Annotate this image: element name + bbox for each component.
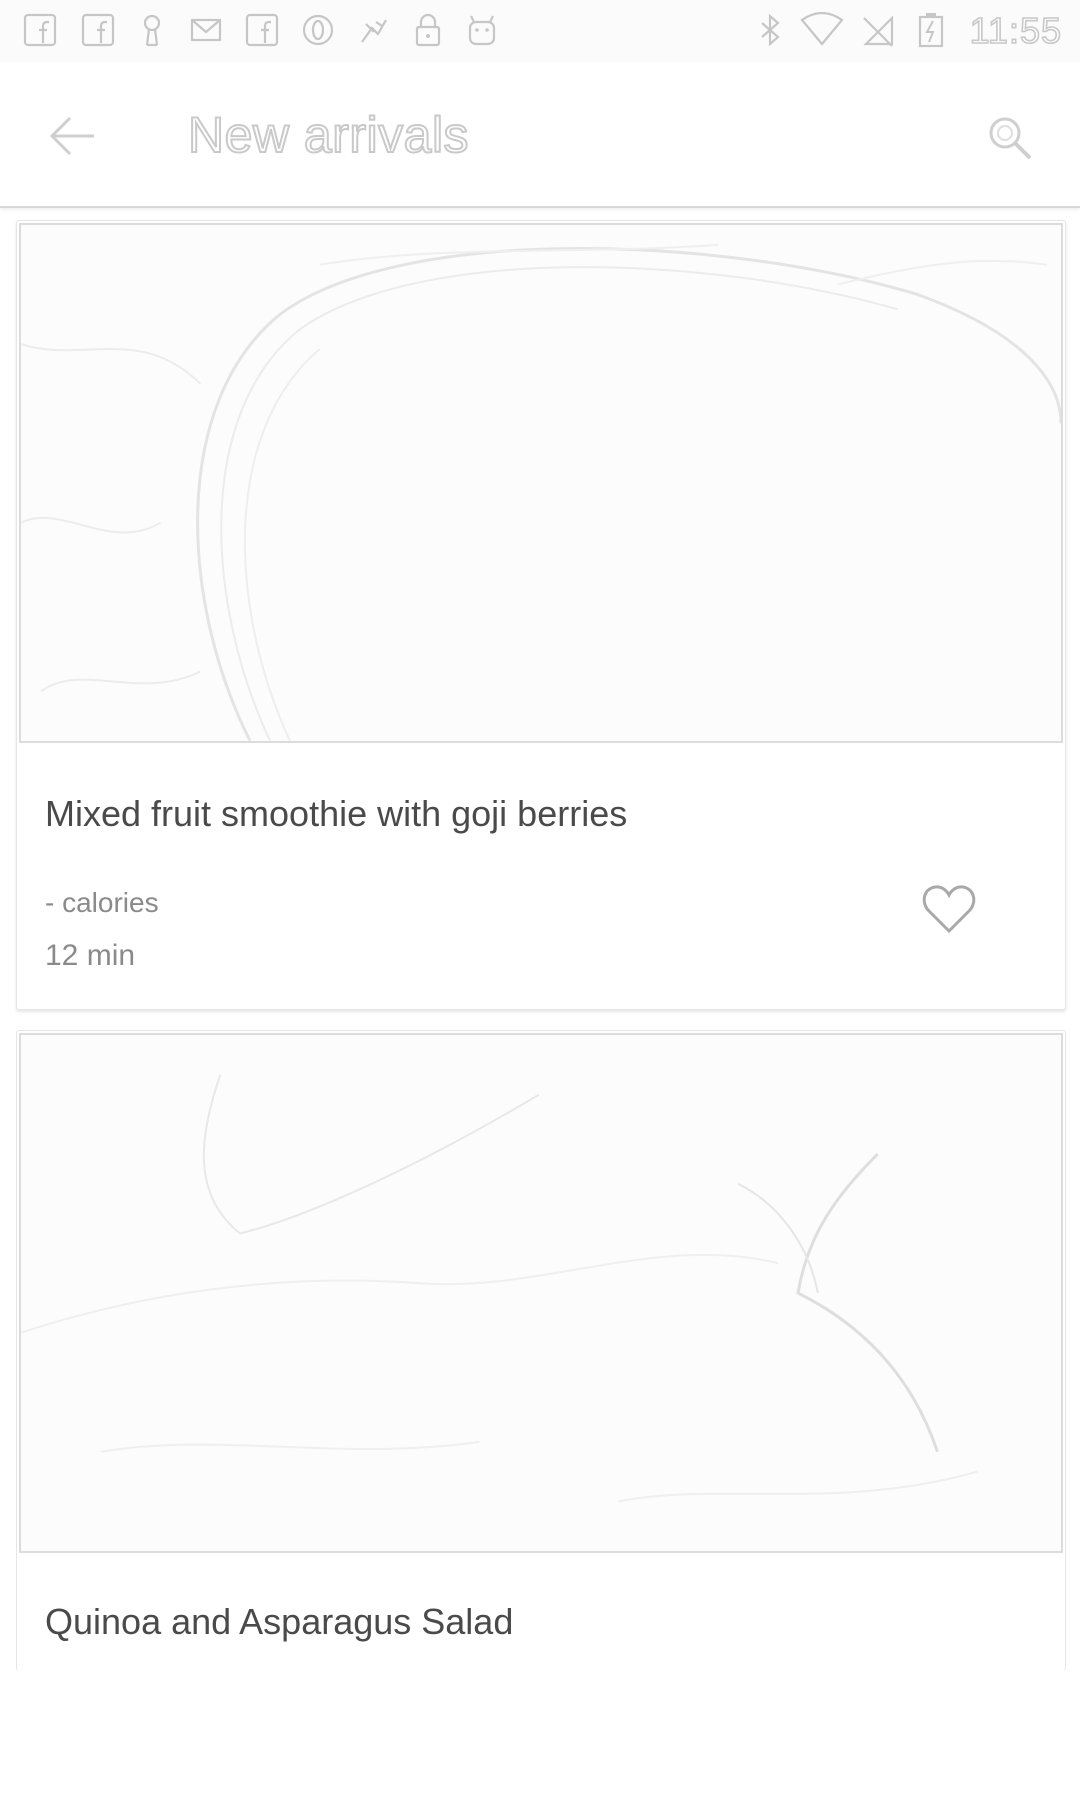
no-sim-icon xyxy=(860,12,896,48)
arrow-back-icon xyxy=(49,116,94,156)
search-icon xyxy=(989,117,1032,160)
smoothie-image xyxy=(21,225,1061,741)
battery-charging-icon xyxy=(918,12,944,48)
heart-outline-icon xyxy=(922,885,976,934)
search-button[interactable] xyxy=(982,110,1038,166)
recipe-time: 12 min xyxy=(45,939,136,972)
recipe-title: Mixed fruit smoothie with goji berries xyxy=(45,793,628,834)
recipe-title: Quinoa and Asparagus Salad xyxy=(45,1601,514,1642)
recipe-card[interactable]: Mixed fruit smoothie with goji berries -… xyxy=(16,220,1066,1010)
recipe-calories: - calories xyxy=(45,887,159,918)
favorite-button[interactable] xyxy=(921,883,977,935)
facebook-icon xyxy=(80,12,116,48)
recipe-image[interactable] xyxy=(19,223,1063,743)
keyhole-icon xyxy=(134,12,170,48)
page-title: New arrivals xyxy=(187,106,470,164)
status-time: 11:55 xyxy=(969,9,1062,52)
recipe-image[interactable] xyxy=(19,1033,1063,1553)
mail-icon xyxy=(188,12,224,48)
opera-icon xyxy=(300,12,336,48)
status-bar: 11:55 xyxy=(0,0,1080,63)
android-icon xyxy=(464,12,500,48)
back-button[interactable] xyxy=(40,104,104,168)
wifi-icon xyxy=(800,12,844,48)
facebook-icon xyxy=(244,12,280,48)
salad-image xyxy=(21,1035,1061,1551)
toolbar: New arrivals xyxy=(0,62,1080,208)
facebook-icon xyxy=(22,12,58,48)
lock-icon xyxy=(410,12,446,48)
fly-icon xyxy=(356,12,392,48)
recipe-card[interactable]: Quinoa and Asparagus Salad xyxy=(16,1030,1066,1671)
bluetooth-icon xyxy=(752,12,788,48)
